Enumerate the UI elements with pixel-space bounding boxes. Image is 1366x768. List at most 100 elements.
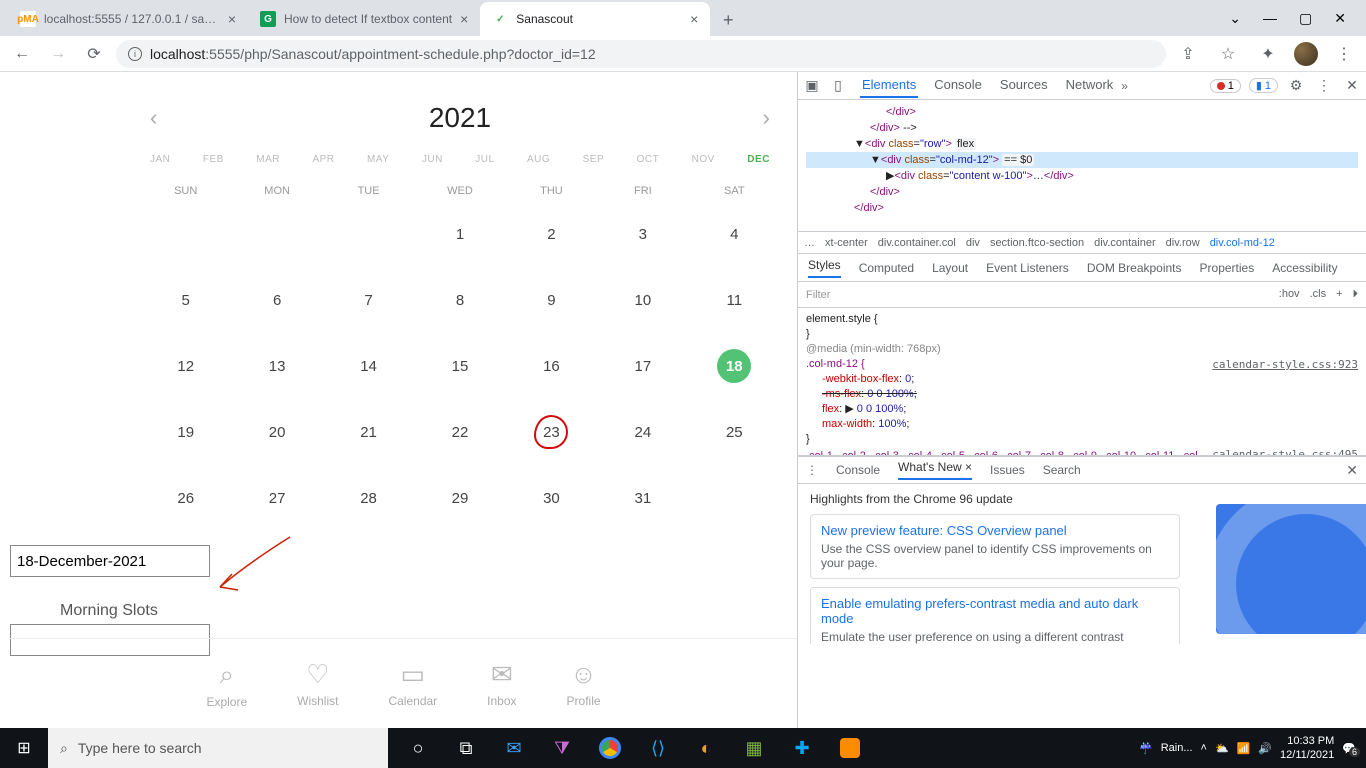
calendar-month[interactable]: MAY <box>367 154 389 165</box>
breadcrumb-item[interactable]: div.row <box>1166 237 1200 249</box>
calendar-day[interactable]: 2 <box>506 217 597 251</box>
calendar-day[interactable]: 14 <box>323 349 414 383</box>
calendar-day[interactable]: 7 <box>323 283 414 317</box>
whatsnew-card[interactable]: New preview feature: CSS Overview panelU… <box>810 514 1180 579</box>
errors-badge[interactable]: 1 <box>1210 79 1241 93</box>
drawer-close-icon[interactable]: ✕ <box>1346 462 1358 479</box>
tray-chevron-icon[interactable]: ˄ <box>1201 742 1207 754</box>
calendar-next[interactable]: › <box>763 105 770 131</box>
toggle-icon[interactable]: ⏵ <box>1353 288 1359 301</box>
devtools-tab[interactable]: Network <box>1064 73 1116 98</box>
taskbar-search[interactable]: ⌕ Type here to search <box>48 728 388 768</box>
browser-tab[interactable]: pMAlocalhost:5555 / 127.0.0.1 / sanas× <box>8 2 248 36</box>
filter-input[interactable]: Filter <box>806 289 830 301</box>
chrome-icon[interactable] <box>588 728 632 768</box>
cortana-icon[interactable]: ○ <box>396 728 440 768</box>
breadcrumb-item[interactable]: div.container.col <box>878 237 956 249</box>
calendar-month[interactable]: FEB <box>203 154 224 165</box>
calendar-day[interactable]: 24 <box>597 415 688 449</box>
styles-pane[interactable]: element.style { } @media (min-width: 768… <box>798 308 1366 456</box>
calendar-day[interactable]: 29 <box>414 481 505 515</box>
calendar-day[interactable]: 19 <box>140 415 231 449</box>
inspect-icon[interactable]: ▣ <box>802 76 822 96</box>
drawer-menu-icon[interactable]: ⋮ <box>806 463 818 477</box>
breadcrumb-item[interactable]: xt-center <box>825 237 868 249</box>
vscode-icon[interactable]: ⟨⟩ <box>636 728 680 768</box>
calendar-day[interactable]: 3 <box>597 217 688 251</box>
share-icon[interactable]: ⇪ <box>1174 40 1202 68</box>
devtools-tab[interactable]: Sources <box>998 73 1050 98</box>
calendar-day[interactable]: 13 <box>231 349 322 383</box>
filter-toggle[interactable]: + <box>1336 288 1342 301</box>
calendar-month[interactable]: AUG <box>527 154 550 165</box>
volume-icon[interactable]: 🔊 <box>1258 742 1272 755</box>
calendar-month[interactable]: SEP <box>583 154 605 165</box>
elements-breadcrumbs[interactable]: … xt-center div.container.col div section.ft… <box>798 232 1366 254</box>
more-panels[interactable]: » <box>1121 79 1128 93</box>
browser-tab[interactable]: GHow to detect If textbox content× <box>248 2 480 36</box>
drawer-tab[interactable]: What's New × <box>898 460 972 480</box>
breadcrumb-item[interactable]: … <box>804 237 815 249</box>
calendar-day[interactable]: 16 <box>506 349 597 383</box>
tab-close-icon[interactable]: × <box>690 11 698 27</box>
xampp-icon[interactable] <box>828 728 872 768</box>
calendar-day[interactable]: 21 <box>323 415 414 449</box>
calendar-month[interactable]: OCT <box>637 154 660 165</box>
styles-subtab[interactable]: Accessibility <box>1272 261 1337 275</box>
styles-subtab[interactable]: Event Listeners <box>986 261 1069 275</box>
styles-subtab[interactable]: Layout <box>932 261 968 275</box>
bottom-nav-item[interactable]: ▭Calendar <box>388 659 437 708</box>
calendar-day[interactable]: 20 <box>231 415 322 449</box>
calendar-day[interactable]: 15 <box>414 349 505 383</box>
elements-tree[interactable]: </div></div> -->▼<div class="row"> flex▼… <box>798 100 1366 232</box>
menu-icon[interactable]: ⋮ <box>1330 40 1358 68</box>
styles-subtab[interactable]: Properties <box>1200 261 1255 275</box>
issues-badge[interactable]: ▮1 <box>1249 78 1278 93</box>
selected-date-input[interactable]: 18-December-2021 <box>10 545 210 577</box>
calendar-day[interactable]: 18 <box>689 349 780 383</box>
cloud-icon[interactable]: ⛅ <box>1215 742 1229 755</box>
calendar-prev[interactable]: ‹ <box>150 105 157 131</box>
styles-subtab[interactable]: Computed <box>859 261 914 275</box>
calendar-day[interactable]: 26 <box>140 481 231 515</box>
tab-close-icon[interactable]: × <box>228 11 236 27</box>
start-button[interactable]: ⊞ <box>0 728 48 768</box>
calendar-day[interactable]: 9 <box>506 283 597 317</box>
calendar-day[interactable]: 10 <box>597 283 688 317</box>
calendar-day[interactable]: 6 <box>231 283 322 317</box>
calendar-day[interactable]: 5 <box>140 283 231 317</box>
calendar-month[interactable]: JUN <box>422 154 443 165</box>
calendar-day[interactable]: 30 <box>506 481 597 515</box>
calendar-day[interactable]: 4 <box>689 217 780 251</box>
calendar-day[interactable]: 27 <box>231 481 322 515</box>
mail-icon[interactable]: ✉ <box>492 728 536 768</box>
address-bar[interactable]: i localhost:5555/php/Sanascout/appointme… <box>116 40 1166 68</box>
forward-button[interactable]: → <box>44 40 72 68</box>
calendar-month[interactable]: NOV <box>692 154 715 165</box>
breadcrumb-item[interactable]: section.ftco-section <box>990 237 1084 249</box>
breadcrumb-item[interactable]: div <box>966 237 980 249</box>
chevron-down-icon[interactable]: ⌄ <box>1229 10 1241 27</box>
devtools-tab[interactable]: Console <box>932 73 984 98</box>
app-icon-1[interactable]: ▦ <box>732 728 776 768</box>
calendar-month[interactable]: MAR <box>256 154 280 165</box>
weather-icon[interactable]: ☔ <box>1139 742 1153 755</box>
calendar-day[interactable]: 12 <box>140 349 231 383</box>
close-icon[interactable]: ✕ <box>1334 10 1346 27</box>
browser-tab[interactable]: ✓Sanascout× <box>480 2 710 36</box>
bottom-nav-item[interactable]: ☺Profile <box>567 659 601 708</box>
bookmark-icon[interactable]: ☆ <box>1214 40 1242 68</box>
calendar-month[interactable]: JAN <box>150 154 170 165</box>
wifi-icon[interactable]: 📶 <box>1237 742 1251 755</box>
calendar-month[interactable]: JUL <box>475 154 494 165</box>
visual-studio-icon[interactable]: ⧩ <box>540 728 584 768</box>
styles-subtab[interactable]: DOM Breakpoints <box>1087 261 1182 275</box>
app-icon-2[interactable]: ✚ <box>780 728 824 768</box>
bottom-nav-item[interactable]: ✉Inbox <box>487 659 516 708</box>
clock[interactable]: 10:33 PM 12/11/2021 <box>1280 734 1334 762</box>
calendar-day[interactable]: 11 <box>689 283 780 317</box>
calendar-month[interactable]: DEC <box>747 154 770 165</box>
site-info-icon[interactable]: i <box>128 47 142 61</box>
filter-toggle[interactable]: :hov <box>1279 288 1300 301</box>
breadcrumb-item[interactable]: div.container <box>1094 237 1156 249</box>
